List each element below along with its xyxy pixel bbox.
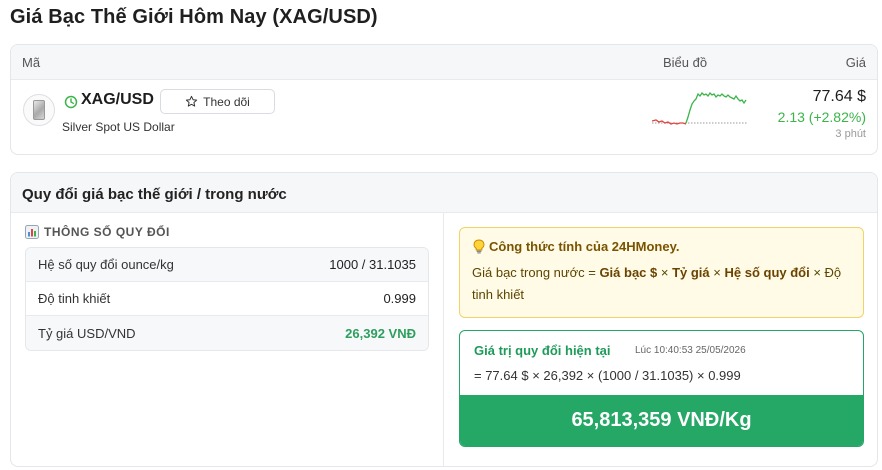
star-icon (186, 95, 198, 107)
column-header-code: Mã (22, 55, 41, 70)
param-label: Tỷ giá USD/VND (38, 325, 136, 341)
bar-chart-icon (25, 225, 39, 239)
sparkline-down-segment (652, 119, 687, 125)
quote-table: Mã Biểu đồ Giá XAG/USD Theo dõi Silver S… (10, 44, 878, 155)
formula-term-factor: Hệ số quy đổi (724, 265, 810, 280)
conversion-params-panel: THÔNG SỐ QUY ĐỔI Hệ số quy đổi ounce/kg … (11, 213, 444, 466)
clock-icon (64, 95, 78, 109)
param-value: 26,392 VNĐ (345, 325, 416, 341)
current-value-title: Giá trị quy đổi hiện tại (474, 343, 611, 358)
lightbulb-icon (473, 239, 485, 254)
current-value-result: 65,813,359 VNĐ/Kg (460, 395, 863, 446)
symbol-name: Silver Spot US Dollar (62, 120, 175, 134)
price-updated-time: 3 phút (835, 128, 866, 140)
price-value: 77.64 $ (812, 88, 866, 105)
param-value: 0.999 (383, 291, 416, 306)
current-value-formula: = 77.64 $ × 26,392 × (1000 / 31.1035) × … (474, 368, 741, 383)
param-value: 1000 / 31.1035 (329, 257, 416, 272)
param-row-purity: Độ tinh khiết 0.999 (26, 282, 428, 316)
quote-row-xag-usd[interactable]: XAG/USD Theo dõi Silver Spot US Dollar 7… (11, 80, 877, 154)
symbol-code[interactable]: XAG/USD (81, 91, 154, 109)
conversion-card: Quy đổi giá bạc thế giới / trong nước TH… (10, 172, 878, 467)
param-label: Hệ số quy đổi ounce/kg (38, 257, 174, 272)
conversion-title: Quy đổi giá bạc thế giới / trong nước (11, 173, 877, 213)
sparkline-up-segment (685, 91, 747, 124)
follow-button-label: Theo dõi (203, 94, 250, 109)
quote-table-header: Mã Biểu đồ Giá (11, 45, 877, 80)
formula-prefix: Giá bạc trong nước = (472, 265, 600, 280)
silver-bar-icon (23, 94, 55, 126)
column-header-price: Giá (845, 55, 866, 70)
formula-box: Công thức tính của 24HMoney. Giá bạc tro… (459, 227, 864, 318)
price-change: 2.13 (+2.82%) (777, 109, 866, 125)
column-header-chart: Biểu đồ (663, 55, 708, 70)
formula-operator: × (657, 265, 673, 280)
formula-term-rate: Tỷ giá (672, 265, 710, 280)
formula-title-text: Công thức tính của 24HMoney. (489, 239, 680, 254)
formula-text: Giá bạc trong nước = Giá bạc $ × Tỷ giá … (472, 262, 852, 306)
param-label: Độ tinh khiết (38, 291, 111, 306)
param-row-ounce-factor: Hệ số quy đổi ounce/kg 1000 / 31.1035 (26, 248, 428, 282)
formula-term-price: Giá bạc $ (599, 265, 658, 280)
params-table: Hệ số quy đổi ounce/kg 1000 / 31.1035 Độ… (25, 247, 429, 351)
current-value-time: Lúc 10:40:53 25/05/2026 (635, 345, 746, 356)
param-row-exchange-rate: Tỷ giá USD/VND 26,392 VNĐ (26, 316, 428, 350)
page-title: Giá Bạc Thế Giới Hôm Nay (XAG/USD) (10, 6, 378, 28)
sparkline-chart[interactable] (652, 90, 748, 138)
formula-title: Công thức tính của 24HMoney. (472, 239, 679, 254)
current-value-box: Giá trị quy đổi hiện tại Lúc 10:40:53 25… (459, 330, 864, 447)
params-title: THÔNG SỐ QUY ĐỔI (25, 225, 170, 239)
follow-button[interactable]: Theo dõi (160, 89, 275, 114)
formula-operator: × (709, 265, 725, 280)
params-title-text: THÔNG SỐ QUY ĐỔI (44, 225, 170, 239)
